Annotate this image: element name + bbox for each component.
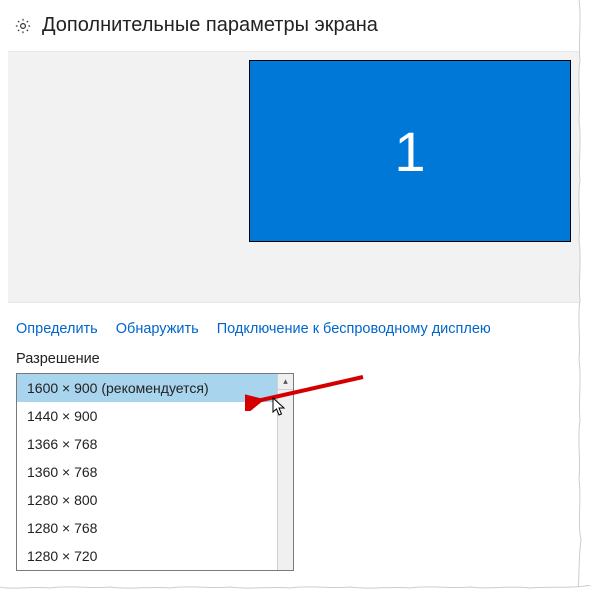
display-preview-area: 1 [8,51,581,303]
resolution-option[interactable]: 1280 × 768 [17,514,277,542]
settings-window: Дополнительные параметры экрана 1 Опреде… [8,8,581,589]
gear-icon [14,17,32,35]
resolution-dropdown[interactable]: 1600 × 900 (рекомендуется) 1440 × 900 13… [16,373,294,571]
action-links: Определить Обнаружить Подключение к бесп… [8,303,581,351]
identify-link[interactable]: Определить [16,321,98,337]
page-title: Дополнительные параметры экрана [42,14,378,37]
wireless-display-link[interactable]: Подключение к беспроводному дисплею [217,321,491,337]
resolution-option[interactable]: 1600 × 900 (рекомендуется) [17,374,277,402]
resolution-option[interactable]: 1280 × 720 [17,542,277,570]
resolution-option[interactable]: 1440 × 900 [17,402,277,430]
monitor-number: 1 [394,119,425,184]
resolution-option[interactable]: 1366 × 768 [17,430,277,458]
dropdown-scrollbar[interactable]: ▴ [277,374,293,570]
resolution-options-list: 1600 × 900 (рекомендуется) 1440 × 900 13… [17,374,277,570]
resolution-label: Разрешение [8,351,581,373]
header: Дополнительные параметры экрана [8,8,581,51]
resolution-option[interactable]: 1360 × 768 [17,458,277,486]
monitor-tile[interactable]: 1 [249,60,571,242]
detect-link[interactable]: Обнаружить [116,321,199,337]
scroll-up-button[interactable]: ▴ [278,374,293,390]
resolution-option[interactable]: 1280 × 800 [17,486,277,514]
